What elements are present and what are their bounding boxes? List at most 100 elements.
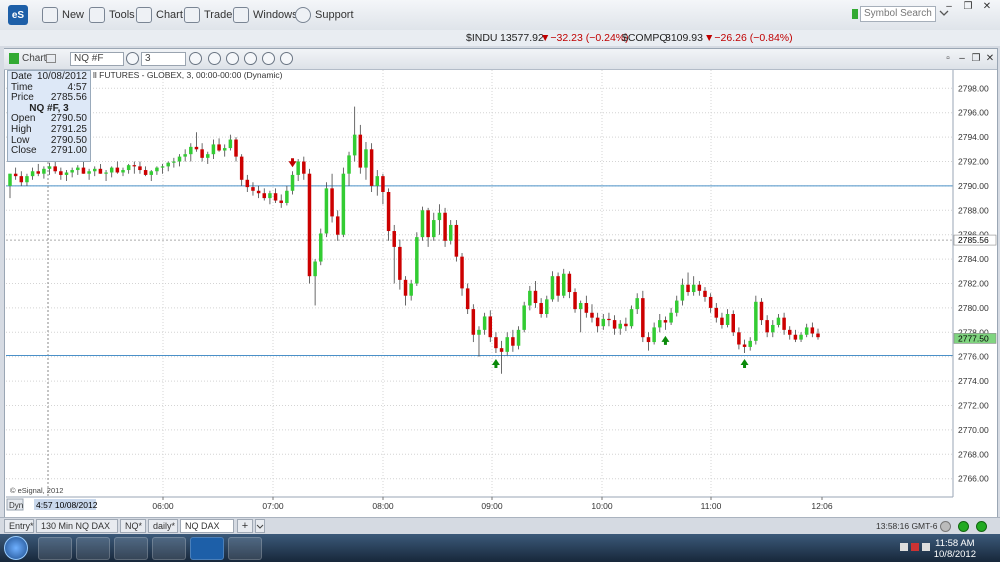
candle-body (658, 320, 662, 328)
candle-body (590, 312, 594, 318)
taskbar-ie-icon[interactable] (38, 537, 72, 560)
candle-body (386, 192, 391, 232)
candle-body (347, 155, 351, 174)
candle-body (561, 273, 566, 296)
tray-icon[interactable] (900, 543, 908, 551)
connection-ok-icon[interactable] (958, 521, 969, 532)
copyright-text: © eSignal, 2012 (10, 486, 63, 495)
candle-body (567, 273, 572, 293)
data-window: Date 10/08/2012 Time 4:57 Price 2785.56 NQ … (7, 70, 91, 162)
tab-130-min[interactable]: 130 Min NQ DAX ES* (36, 519, 118, 544)
candle-body (674, 300, 679, 313)
buy-arrow-icon (491, 359, 500, 369)
tray-network-icon[interactable] (922, 543, 930, 551)
price-tick-label: 2770.00 (958, 425, 989, 435)
dyn-label[interactable]: Dyn (9, 501, 23, 510)
candle-body (669, 312, 673, 323)
candle-body (228, 139, 233, 149)
candle-body (194, 146, 199, 150)
candle-body (437, 212, 442, 221)
price-tick-label: 2780.00 (958, 303, 989, 313)
candle-body (81, 167, 86, 174)
candle-body (398, 246, 402, 280)
high-value: 2791.25 (50, 123, 87, 135)
candle-body (742, 344, 747, 347)
candle-body (290, 174, 295, 191)
candle-body (714, 307, 719, 318)
candle-body (737, 332, 741, 345)
candle-body (697, 284, 702, 291)
candle-body (104, 172, 108, 174)
chart-grid (6, 70, 953, 497)
taskbar-media-icon[interactable] (114, 537, 148, 560)
candle-body (703, 290, 707, 297)
taskbar-esignal-icon[interactable] (190, 537, 224, 560)
candle-body (177, 156, 182, 162)
data-feed-ok-icon[interactable] (976, 521, 987, 532)
candle-body (782, 317, 786, 330)
candle-body (708, 296, 713, 308)
price-tick-label: 2792.00 (958, 157, 989, 167)
taskbar-network-icon[interactable] (152, 537, 186, 560)
candle-body (528, 290, 532, 306)
candle-body (663, 320, 668, 323)
candle-body (8, 173, 12, 186)
candle-body (420, 210, 425, 238)
candle-body (76, 167, 80, 171)
candle-body (30, 171, 35, 177)
candle-body (36, 171, 41, 174)
time-tick-label: 06:00 (152, 501, 174, 511)
candle-body (87, 171, 91, 174)
tab-nq[interactable]: NQ* (120, 519, 146, 533)
chart-subtitle: ll FUTURES - GLOBEX, 3, 00:00-00:00 (Dyn… (93, 70, 283, 80)
candle-body (375, 176, 380, 186)
price-tick-label: 2782.00 (958, 279, 989, 289)
candle-body (415, 237, 419, 284)
tab-daily[interactable]: daily* (148, 519, 178, 533)
candle-body (200, 149, 204, 158)
tray-flag-icon[interactable] (911, 543, 919, 551)
candle-body (584, 303, 589, 313)
buy-arrow-icon (740, 359, 749, 369)
time-tick-label: 08:00 (372, 501, 394, 511)
candle-body (787, 329, 792, 335)
candle-body (217, 144, 221, 151)
windows-taskbar: 11:58 AM 10/8/2012 (0, 534, 1000, 562)
start-button[interactable] (4, 536, 28, 560)
taskbar-clock[interactable]: 11:58 AM 10/8/2012 (934, 538, 976, 560)
candle-body (409, 283, 413, 296)
candle-body (59, 171, 63, 175)
candle-body (754, 301, 758, 341)
candle-body (126, 165, 131, 171)
candle-body (499, 348, 504, 352)
candle-body (13, 173, 18, 177)
candle-body (109, 167, 114, 173)
tab-menu-button[interactable] (255, 519, 265, 533)
candle-body (183, 154, 187, 157)
price-tick-label: 2784.00 (958, 254, 989, 264)
price-marker-label: 2777.50 (958, 333, 989, 343)
taskbar-explorer-icon[interactable] (76, 537, 110, 560)
close-label: Close (11, 145, 37, 157)
candle-body (262, 193, 267, 199)
tab-nq-dax-es[interactable]: NQ DAX ES* (180, 519, 234, 544)
price-tick-label: 2790.00 (958, 181, 989, 191)
candle-body (460, 256, 464, 289)
candle-body (143, 170, 148, 175)
candle-body (70, 170, 74, 173)
candle-body (765, 320, 769, 333)
price-chart[interactable]: 2766.00 2768.00 2770.00 2772.00 2774.00 2776.… (0, 0, 1000, 562)
candle-body (93, 168, 97, 172)
add-tab-button[interactable]: + (237, 519, 253, 533)
candle-body (42, 168, 46, 174)
candle-body (166, 162, 170, 167)
candle-body (160, 166, 165, 168)
taskbar-app-icon[interactable] (228, 537, 262, 560)
sell-arrow-icon (288, 158, 297, 168)
candle-body (516, 329, 521, 346)
time-tick-label: 10:00 (591, 501, 613, 511)
tab-entry[interactable]: Entry* (4, 519, 34, 533)
time-tick-label: 12:06 (811, 501, 833, 511)
candle-body (601, 318, 606, 327)
price-tick-label: 2774.00 (958, 376, 989, 386)
